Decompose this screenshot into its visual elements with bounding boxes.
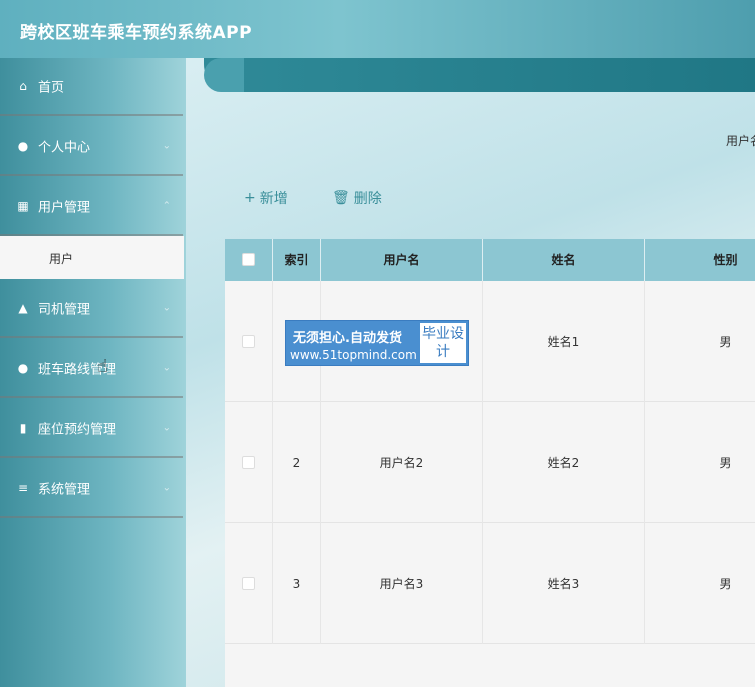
plus-icon: +	[244, 190, 256, 206]
add-button[interactable]: + 新增	[244, 188, 288, 208]
chevron-down-icon: ⌄	[162, 302, 171, 314]
header-name: 姓名	[483, 239, 645, 281]
home-icon: ⌂	[19, 79, 27, 93]
cell-index: 3	[273, 523, 321, 644]
thumbs-up-icon: ▲	[18, 301, 28, 315]
sidebar-item-label: 首页	[38, 80, 65, 96]
header-gender: 性别	[645, 239, 755, 281]
app-title: 跨校区班车乘车预约系统APP	[20, 23, 253, 43]
chevron-down-icon: ⌄	[162, 422, 171, 434]
sidebar-item-route-management[interactable]: ● 班车路线管理 ⌄	[0, 340, 183, 398]
bar-chart-icon: ▮	[19, 421, 27, 435]
cell-username: 用户名3	[321, 523, 483, 644]
sidebar-item-seat-reservation[interactable]: ▮ 座位预约管理 ⌄	[0, 400, 183, 458]
sidebar: ⌂ 首页 ● 个人中心 ⌄ ▦ 用户管理 ⌃ 用户 ▲ 司机管理 ⌄ ● 班车路…	[0, 58, 186, 687]
user-table: 索引 用户名 姓名 性别 1 用户名1 姓名1 男 2 用户名2 姓名2 男	[225, 239, 755, 687]
main-content: 用户名 + 新增 🗑 删除 索引 用户名 姓名 性别 1 用户名1 姓名1 男	[186, 58, 755, 687]
grid-icon: ▦	[17, 199, 29, 213]
lightbulb-icon: ●	[17, 361, 29, 375]
cell-gender: 男	[645, 402, 755, 523]
sidebar-item-personal-center[interactable]: ● 个人中心 ⌄	[0, 118, 183, 176]
row-checkbox-cell	[225, 402, 273, 523]
chevron-up-icon: ⌃	[162, 200, 171, 212]
menu-icon: ≡	[17, 481, 29, 495]
sidebar-item-driver-management[interactable]: ▲ 司机管理 ⌄	[0, 280, 183, 338]
watermark-line1: 无须担心.自动发货	[293, 331, 402, 346]
sidebar-subitem-label: 用户	[49, 252, 74, 266]
table-header: 索引 用户名 姓名 性别	[225, 239, 755, 281]
sidebar-item-user-management[interactable]: ▦ 用户管理 ⌃	[0, 178, 183, 236]
sidebar-item-label: 司机管理	[38, 302, 91, 318]
row-checkbox-cell	[225, 523, 273, 644]
app-header: 跨校区班车乘车预约系统APP	[0, 0, 755, 58]
cell-gender: 男	[645, 281, 755, 402]
row-checkbox[interactable]	[242, 335, 255, 348]
row-checkbox[interactable]	[242, 456, 255, 469]
trash-icon: 🗑	[332, 190, 350, 206]
sidebar-item-label: 系统管理	[38, 482, 91, 498]
cell-username: 用户名2	[321, 402, 483, 523]
chevron-down-icon: ⌄	[162, 140, 171, 152]
header-username: 用户名	[321, 239, 483, 281]
chevron-down-icon: ⌄	[162, 362, 171, 374]
delete-button[interactable]: 🗑 删除	[332, 188, 382, 208]
row-checkbox-cell	[225, 281, 273, 402]
sidebar-item-home[interactable]: ⌂ 首页	[0, 58, 183, 116]
delete-button-label: 删除	[353, 191, 382, 207]
row-checkbox[interactable]	[242, 577, 255, 590]
sidebar-subitem-users[interactable]: 用户	[0, 236, 184, 279]
cell-name: 姓名3	[483, 523, 645, 644]
cell-index: 2	[273, 402, 321, 523]
search-username-label: 用户名	[726, 134, 755, 148]
chevron-down-icon: ⌄	[162, 482, 171, 494]
watermark-banner: 无须担心.自动发货 www.51topmind.com 毕业设计	[285, 320, 469, 366]
sidebar-item-system-management[interactable]: ≡ 系统管理 ⌄	[0, 460, 183, 518]
sidebar-item-label: 用户管理	[38, 200, 91, 216]
user-icon: ●	[17, 139, 29, 153]
cell-gender: 男	[645, 523, 755, 644]
select-all-checkbox[interactable]	[242, 253, 255, 266]
sidebar-item-label: 座位预约管理	[38, 422, 117, 438]
cell-name: 姓名2	[483, 402, 645, 523]
mouse-cursor-icon: ☝	[97, 356, 108, 377]
table-row[interactable]: 3 用户名3 姓名3 男	[225, 523, 755, 644]
cell-name: 姓名1	[483, 281, 645, 402]
add-button-label: 新增	[259, 191, 288, 207]
top-banner-cap	[204, 58, 244, 92]
watermark-line2: www.51topmind.com	[290, 348, 417, 362]
watermark-badge: 毕业设计	[420, 323, 466, 363]
header-index: 索引	[273, 239, 321, 281]
top-banner	[204, 58, 755, 92]
header-checkbox-cell	[225, 239, 273, 281]
sidebar-item-label: 个人中心	[38, 140, 91, 156]
table-row[interactable]: 2 用户名2 姓名2 男	[225, 402, 755, 523]
